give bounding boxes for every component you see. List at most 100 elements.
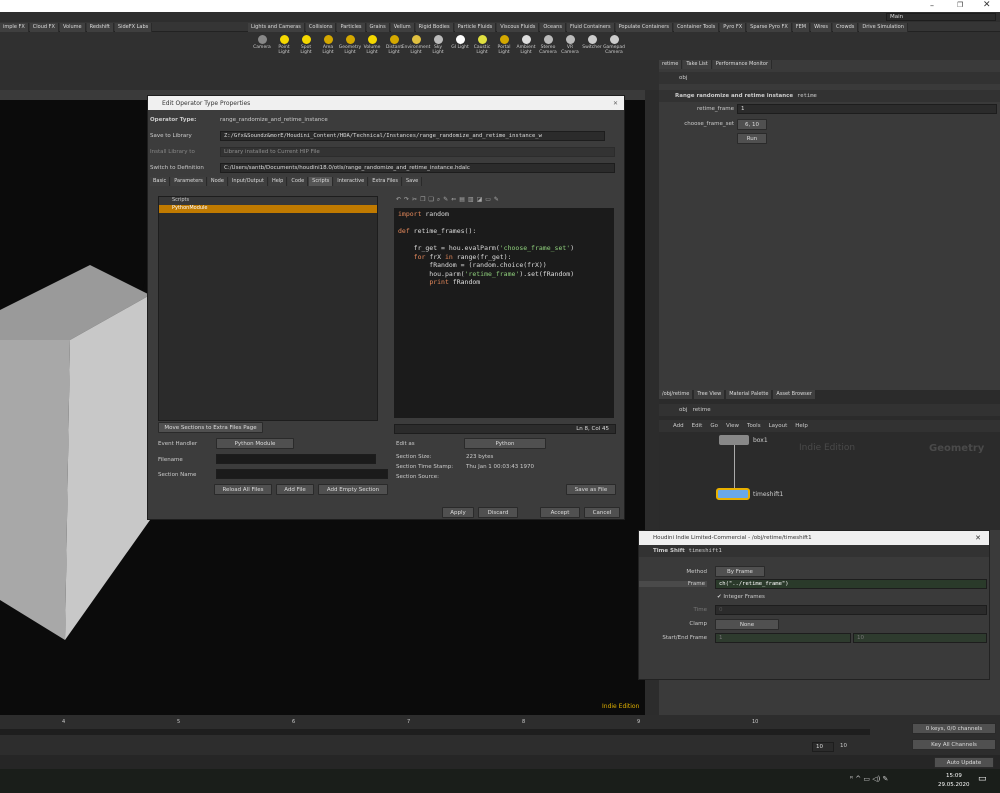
timeshift-node[interactable]: [716, 488, 750, 500]
float-name[interactable]: timeshift1: [689, 548, 722, 554]
dialog-tab[interactable]: Interactive: [334, 177, 369, 186]
shelf-tab[interactable]: Particles: [337, 22, 366, 32]
shelf-tool[interactable]: Volume Light: [362, 35, 382, 55]
switch-definition-field[interactable]: C:/Users/santb/Documents/houdini18.0/otl…: [220, 162, 615, 173]
shelf-tab[interactable]: SideFX Labs: [114, 22, 153, 32]
save-as-file-button[interactable]: Save as File: [566, 484, 616, 495]
apply-button[interactable]: Apply: [442, 507, 474, 518]
network-tab[interactable]: Asset Browser: [773, 390, 816, 399]
shelf-tab[interactable]: Lights and Cameras: [248, 22, 305, 32]
shelf-tab[interactable]: Wires: [811, 22, 832, 32]
edit-as-select[interactable]: Python: [464, 438, 546, 449]
shelf-tool[interactable]: Sky Light: [428, 35, 448, 55]
timeline[interactable]: 4 5 6 7 8 9 10 10 10 0 keys, 0/0 channels Key …: [0, 715, 1000, 755]
current-frame[interactable]: 10: [812, 742, 834, 752]
close-window-button[interactable]: ✕: [983, 0, 991, 10]
pane-tab[interactable]: retime: [659, 60, 683, 69]
network-menu-item[interactable]: Help: [795, 423, 808, 429]
shelf-tab[interactable]: Container Tools: [673, 22, 720, 32]
accept-button[interactable]: Accept: [540, 507, 580, 518]
dialog-tab[interactable]: Extra Files: [369, 177, 402, 186]
shelf-tab[interactable]: Pyro FX: [720, 22, 747, 32]
float-close-button[interactable]: ✕: [975, 534, 981, 542]
save-to-library-field[interactable]: Z:/Gfx&Soundz&morE/Houdini_Content/HDA/T…: [220, 130, 605, 141]
pane-tab[interactable]: Take List: [683, 60, 712, 69]
scripts-list[interactable]: Scripts PythonModule: [158, 196, 378, 421]
move-sections-button[interactable]: Move Sections to Extra Files Page: [158, 422, 263, 433]
dialog-tab[interactable]: Input/Output: [228, 177, 268, 186]
network-tab[interactable]: Material Palette: [726, 390, 773, 399]
network-menu-item[interactable]: Layout: [769, 423, 788, 429]
shelf-tab[interactable]: Collisions: [305, 22, 337, 32]
shelf-tab[interactable]: Grains: [366, 22, 390, 32]
clamp-select[interactable]: None: [715, 619, 779, 630]
shelf-tab[interactable]: imple FX: [0, 22, 29, 32]
end-frame-field[interactable]: 10: [853, 633, 987, 643]
shelf-tool[interactable]: Portal Light: [494, 35, 514, 55]
reload-all-files-button[interactable]: Reload All Files: [214, 484, 272, 495]
network-menu-item[interactable]: Edit: [692, 423, 703, 429]
shelf-tab[interactable]: Crowds: [832, 22, 859, 32]
start-frame-field[interactable]: 1: [715, 633, 851, 643]
shelf-tab[interactable]: Drive Simulation: [859, 22, 908, 32]
network-tab[interactable]: /obj/retime: [659, 390, 694, 399]
shelf-tab[interactable]: Volume: [59, 22, 86, 32]
retime-frame-field[interactable]: 1: [737, 104, 997, 114]
taskbar-date[interactable]: 29.05.2020: [938, 782, 970, 788]
scripts-item[interactable]: PythonModule: [159, 205, 377, 213]
shelf-tab[interactable]: Populate Containers: [615, 22, 673, 32]
network-menu-item[interactable]: View: [726, 423, 739, 429]
network-menu-item[interactable]: Go: [710, 423, 718, 429]
pane-tab[interactable]: Performance Monitor: [712, 60, 773, 69]
net-path-obj[interactable]: obj: [679, 407, 687, 413]
integer-frames-checkbox[interactable]: ✔ Integer Frames: [717, 594, 765, 600]
restore-button[interactable]: ❐: [957, 1, 963, 9]
run-button[interactable]: Run: [737, 133, 767, 144]
event-handler-select[interactable]: Python Module: [216, 438, 294, 449]
shelf-tab[interactable]: Redshift: [86, 22, 114, 32]
close-dialog-button[interactable]: ✕: [613, 100, 618, 107]
taskbar-time[interactable]: 15:09: [946, 773, 962, 779]
section-name-field[interactable]: [216, 469, 388, 479]
end-frame[interactable]: 10: [840, 743, 847, 749]
auto-update[interactable]: Auto Update: [934, 757, 994, 768]
shelf-tool[interactable]: Caustic Light: [472, 35, 492, 55]
shelf-tool[interactable]: Point Light: [274, 35, 294, 55]
shelf-tab[interactable]: Vellum: [390, 22, 415, 32]
code-editor[interactable]: import random def retime_frames(): fr_get…: [394, 208, 614, 418]
shelf-tab[interactable]: Viscous Fluids: [497, 22, 540, 32]
shelf-tab[interactable]: Cloud FX: [29, 22, 59, 32]
add-file-button[interactable]: Add File: [276, 484, 314, 495]
shelf-tool[interactable]: GI Light: [450, 35, 470, 55]
dialog-tab[interactable]: Basic: [150, 177, 171, 186]
shelf-tab[interactable]: FEM: [792, 22, 811, 32]
method-select[interactable]: By Frame: [715, 566, 765, 577]
shelf-tool[interactable]: Ambient Light: [516, 35, 536, 55]
shelf-tab[interactable]: Rigid Bodies: [415, 22, 454, 32]
shelf-tool[interactable]: Camera: [252, 35, 272, 55]
param-path[interactable]: obj: [679, 75, 687, 81]
shelf-tool[interactable]: Switcher: [582, 35, 602, 55]
shelf-tab[interactable]: Fluid Containers: [566, 22, 615, 32]
shelf-tab[interactable]: Sparse Pyro FX: [747, 22, 792, 32]
shelf-tab[interactable]: Oceans: [540, 22, 566, 32]
key-all-channels[interactable]: Key All Channels: [912, 739, 996, 750]
shelf-tool[interactable]: Geometry Light: [339, 35, 361, 55]
dialog-tab[interactable]: Node: [207, 177, 228, 186]
network-menu-item[interactable]: Tools: [747, 423, 761, 429]
dialog-tab[interactable]: Help: [268, 177, 288, 186]
frame-expression[interactable]: ch("../retime_frame"): [715, 579, 987, 589]
cancel-button[interactable]: Cancel: [584, 507, 620, 518]
box-node[interactable]: [719, 435, 749, 445]
network-menu-item[interactable]: Add: [673, 423, 684, 429]
shelf-tool[interactable]: Stereo Camera: [538, 35, 558, 55]
timeline-bar[interactable]: [0, 729, 870, 735]
dialog-tab[interactable]: Parameters: [171, 177, 207, 186]
add-empty-section-button[interactable]: Add Empty Section: [318, 484, 388, 495]
choose-frame-set-field[interactable]: 6, 10: [737, 119, 767, 130]
time-field[interactable]: 0: [715, 605, 987, 615]
dialog-tab[interactable]: Scripts: [309, 177, 334, 186]
dialog-tab[interactable]: Code: [288, 177, 309, 186]
tray-icons[interactable]: ᴿ ^ ▭ ◁) ✎: [850, 775, 888, 783]
filename-field[interactable]: [216, 454, 376, 464]
